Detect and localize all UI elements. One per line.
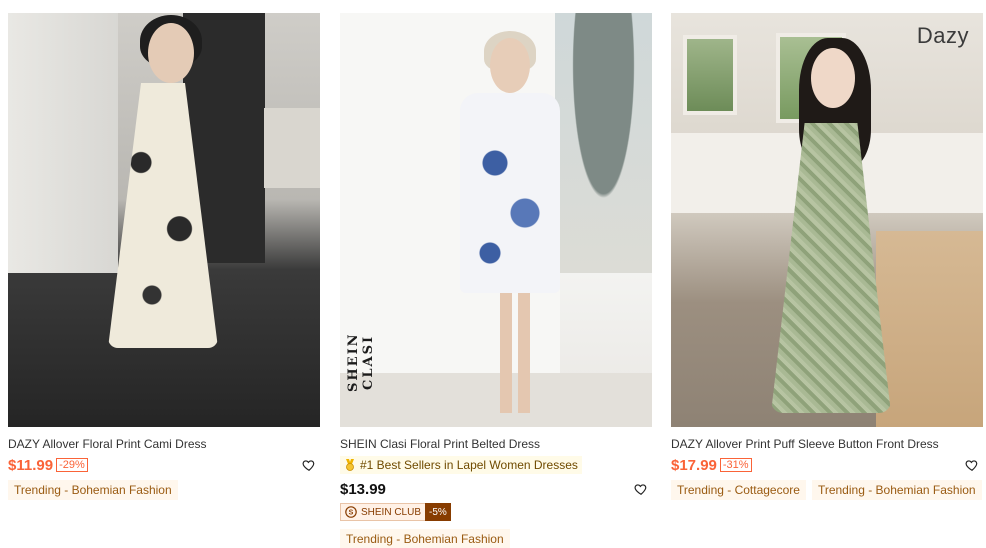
- bestseller-badge[interactable]: #1 Best Sellers in Lapel Women Dresses: [340, 456, 582, 474]
- trend-tags: Trending - Bohemian Fashion: [8, 480, 320, 500]
- image-background: [683, 35, 737, 115]
- trend-tag[interactable]: Trending - Bohemian Fashion: [340, 529, 510, 548]
- club-label: SHEIN CLUB: [361, 506, 422, 518]
- heart-outline-icon[interactable]: [634, 482, 648, 496]
- product-price: $17.99: [671, 456, 717, 474]
- brand-watermark: SHEIN CLASI: [346, 332, 376, 392]
- image-background: [264, 108, 320, 188]
- club-discount: -5%: [425, 503, 451, 521]
- discount-badge: -29%: [56, 458, 88, 472]
- product-image[interactable]: Dazy: [671, 13, 983, 427]
- heart-outline-icon[interactable]: [965, 458, 979, 472]
- product-card[interactable]: DAZY Allover Floral Print Cami Dress $11…: [8, 13, 320, 500]
- product-title[interactable]: DAZY Allover Print Puff Sleeve Button Fr…: [671, 437, 983, 452]
- product-card[interactable]: Dazy DAZY Allover Print Puff Sleeve Butt…: [671, 13, 983, 500]
- discount-badge: -31%: [719, 458, 752, 472]
- trend-tag[interactable]: Trending - Cottagecore: [671, 480, 806, 500]
- price-row: $13.99: [340, 480, 652, 498]
- product-image[interactable]: SHEIN CLASI: [340, 13, 652, 427]
- model-head: [148, 23, 194, 83]
- image-background: [876, 231, 983, 427]
- image-background: [340, 373, 652, 427]
- product-title[interactable]: SHEIN Clasi Floral Print Belted Dress: [340, 437, 652, 452]
- trend-tag[interactable]: Trending - Bohemian Fashion: [811, 480, 982, 500]
- dress-figure: [460, 93, 560, 293]
- image-background: [8, 13, 118, 273]
- heart-outline-icon[interactable]: [302, 458, 316, 472]
- product-price: $11.99: [8, 456, 54, 474]
- shein-club-badge: S SHEIN CLUB -5%: [340, 503, 451, 521]
- model-legs: [500, 293, 530, 413]
- svg-text:S: S: [349, 510, 354, 517]
- shein-club-icon: S: [345, 506, 357, 518]
- club-label-wrap: S SHEIN CLUB: [340, 503, 426, 521]
- image-background: [555, 13, 652, 273]
- price-row: $17.99 -31%: [671, 456, 983, 474]
- trend-tags: Trending - Cottagecore Trending - Bohemi…: [671, 480, 983, 500]
- trend-tags: Trending - Bohemian Fashion: [340, 529, 652, 548]
- price-row: $11.99 -29%: [8, 456, 320, 474]
- trend-tag[interactable]: Trending - Bohemian Fashion: [8, 480, 178, 500]
- product-image[interactable]: [8, 13, 320, 427]
- product-card[interactable]: SHEIN CLASI SHEIN Clasi Floral Print Bel…: [340, 13, 652, 548]
- medal-icon: [346, 459, 354, 471]
- model-head: [490, 38, 530, 93]
- brand-logo: Dazy: [916, 23, 969, 48]
- bestseller-text: #1 Best Sellers in Lapel Women Dresses: [360, 458, 578, 472]
- product-price: $13.99: [340, 480, 386, 498]
- product-title[interactable]: DAZY Allover Floral Print Cami Dress: [8, 437, 320, 452]
- model-head: [811, 48, 855, 108]
